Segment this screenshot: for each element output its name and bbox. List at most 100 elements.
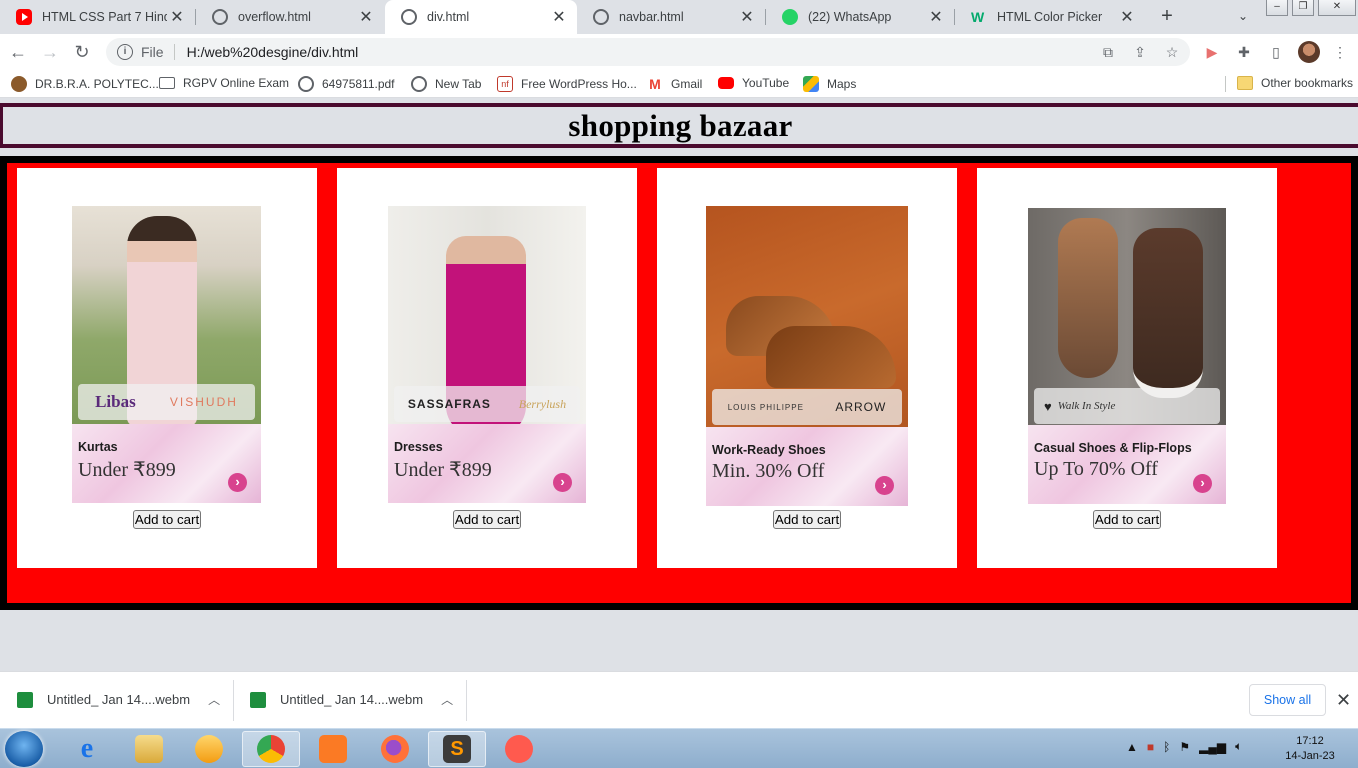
- taskbar-chrome[interactable]: [242, 731, 300, 767]
- brand-strip: ♥ Walk In Style: [1034, 388, 1220, 424]
- chevron-right-icon[interactable]: ›: [228, 473, 247, 492]
- globe-icon: [298, 76, 314, 92]
- close-tab-icon[interactable]: ✕: [167, 7, 187, 27]
- bookmark-gmail[interactable]: M Gmail: [647, 76, 702, 92]
- screencast-extension-icon[interactable]: ▶: [1202, 42, 1222, 62]
- chevron-right-icon[interactable]: ›: [875, 476, 894, 495]
- system-tray: ▲ ■ ᛒ ⚑ ▂▄▆ 🔈︎: [1126, 739, 1242, 754]
- url-text[interactable]: H:/web%20desgine/div.html: [187, 44, 359, 60]
- show-hidden-icons-icon[interactable]: ▲: [1126, 740, 1138, 754]
- restore-button[interactable]: ❐: [1292, 0, 1314, 16]
- bookmark-pdf[interactable]: 64975811.pdf: [298, 76, 395, 92]
- add-to-cart-button[interactable]: Add to cart: [453, 510, 521, 529]
- taskbar-sublime[interactable]: S: [428, 731, 486, 767]
- product-image[interactable]: Libas VISHUDH Kurtas Under ₹899 ›: [72, 206, 261, 503]
- bookmark-maps[interactable]: Maps: [803, 76, 856, 92]
- tab-div[interactable]: div.html ✕: [385, 0, 577, 34]
- product-card-work-shoes: LOUIS PHILIPPE ARROW Work-Ready Shoes Mi…: [657, 168, 957, 568]
- gmail-icon: M: [649, 76, 661, 92]
- product-image[interactable]: SASSAFRAS Berrylush Dresses Under ₹899 ›: [388, 206, 586, 503]
- show-all-button[interactable]: Show all: [1249, 684, 1326, 716]
- tab-html-color-picker[interactable]: W HTML Color Picker ✕: [955, 0, 1145, 34]
- add-to-cart-button[interactable]: Add to cart: [133, 510, 201, 529]
- wordpress-host-icon: nf: [497, 76, 513, 92]
- tab-overflow[interactable]: overflow.html ✕: [196, 0, 384, 34]
- browser-toolbar: ← → ↻ i File H:/web%20desgine/div.html ⧉…: [0, 34, 1358, 70]
- download-divider: [466, 680, 467, 721]
- system-clock[interactable]: 17:12 14-Jan-23: [1280, 734, 1340, 764]
- brand-strip: Libas VISHUDH: [78, 384, 255, 420]
- tab-html-css-part7[interactable]: HTML CSS Part 7 Hindi ✕: [0, 0, 195, 34]
- bookmark-drbra[interactable]: DR.B.R.A. POLYTEC...: [11, 76, 159, 92]
- address-bar[interactable]: i File H:/web%20desgine/div.html: [106, 38, 1190, 66]
- product-image[interactable]: ♥ Walk In Style Casual Shoes & Flip-Flop…: [1028, 208, 1226, 504]
- taskbar-firefox[interactable]: [366, 731, 424, 767]
- extensions-puzzle-icon[interactable]: ✚: [1234, 42, 1254, 62]
- download-item[interactable]: Untitled_ Jan 14....webm ︿: [17, 691, 220, 708]
- bluetooth-icon[interactable]: ᛒ: [1163, 740, 1170, 754]
- brand-left: SASSAFRAS: [407, 397, 491, 411]
- bookmark-label: RGPV Online Exam: [183, 76, 290, 90]
- product-card-casual-shoes: ♥ Walk In Style Casual Shoes & Flip-Flop…: [977, 168, 1277, 568]
- tab-title: overflow.html: [238, 10, 311, 24]
- taskbar-file-explorer[interactable]: [120, 731, 178, 767]
- w3schools-icon: W: [971, 9, 985, 25]
- product-category: Casual Shoes & Flip-Flops: [1034, 441, 1192, 455]
- taskbar-internet-explorer[interactable]: e: [58, 731, 116, 767]
- add-to-cart-button[interactable]: Add to cart: [773, 510, 841, 529]
- reload-button[interactable]: ↻: [70, 40, 94, 64]
- close-window-button[interactable]: ✕: [1318, 0, 1356, 16]
- bookmark-youtube[interactable]: YouTube: [718, 76, 789, 90]
- bookmarks-divider: [1225, 76, 1226, 92]
- other-bookmarks[interactable]: Other bookmarks: [1237, 76, 1353, 90]
- close-tab-icon[interactable]: ✕: [356, 7, 376, 27]
- taskbar-media-player[interactable]: [180, 731, 238, 767]
- translate-icon[interactable]: ⧉: [1098, 42, 1118, 62]
- taskbar-xampp[interactable]: [304, 731, 362, 767]
- site-info-icon[interactable]: i: [117, 44, 133, 60]
- products-container: Libas VISHUDH Kurtas Under ₹899 › Add to…: [0, 156, 1358, 610]
- tab-title: div.html: [427, 10, 470, 24]
- security-icon[interactable]: ■: [1147, 740, 1154, 754]
- new-tab-button[interactable]: +: [1155, 4, 1179, 28]
- side-panel-icon[interactable]: ▯: [1266, 42, 1286, 62]
- chevron-up-icon[interactable]: ︿: [441, 691, 453, 708]
- download-item[interactable]: Untitled_ Jan 14....webm ︿: [250, 691, 453, 708]
- bookmark-new-tab[interactable]: New Tab: [411, 76, 481, 92]
- tab-navbar[interactable]: navbar.html ✕: [577, 0, 765, 34]
- tab-search-chevron-icon[interactable]: ⌄: [1233, 6, 1253, 26]
- chevron-up-icon[interactable]: ︿: [208, 691, 220, 708]
- folder-icon: [135, 735, 163, 763]
- product-category: Work-Ready Shoes: [712, 443, 826, 457]
- network-signal-icon[interactable]: ▂▄▆: [1199, 740, 1226, 754]
- taskbar-screen-recorder[interactable]: [490, 731, 548, 767]
- minimize-button[interactable]: –: [1266, 0, 1288, 16]
- download-divider: [233, 680, 234, 721]
- share-icon[interactable]: ⇪: [1130, 42, 1150, 62]
- close-tab-icon[interactable]: ✕: [926, 7, 946, 27]
- globe-icon: [401, 9, 417, 25]
- tab-whatsapp[interactable]: (22) WhatsApp ✕: [766, 0, 954, 34]
- chevron-right-icon[interactable]: ›: [1193, 474, 1212, 493]
- close-tab-icon[interactable]: ✕: [737, 7, 757, 27]
- close-tab-icon[interactable]: ✕: [549, 7, 569, 27]
- bookmark-wordpress[interactable]: nf Free WordPress Ho...: [497, 76, 637, 92]
- close-icon[interactable]: ✕: [1336, 690, 1351, 711]
- add-to-cart-button[interactable]: Add to cart: [1093, 510, 1161, 529]
- bookmark-rgpv[interactable]: RGPV Online Exam: [159, 76, 289, 90]
- start-button[interactable]: [5, 731, 43, 767]
- product-image[interactable]: LOUIS PHILIPPE ARROW Work-Ready Shoes Mi…: [706, 206, 908, 506]
- close-tab-icon[interactable]: ✕: [1117, 7, 1137, 27]
- forward-button[interactable]: →: [38, 40, 62, 64]
- screen-recorder-icon: [505, 735, 533, 763]
- menu-kebab-icon[interactable]: ⋮: [1330, 42, 1350, 62]
- brand-right: Berrylush: [518, 396, 567, 411]
- profile-avatar[interactable]: [1298, 41, 1320, 63]
- chevron-right-icon[interactable]: ›: [553, 473, 572, 492]
- clock-time: 17:12: [1296, 735, 1324, 747]
- back-button[interactable]: ←: [6, 40, 30, 64]
- volume-icon[interactable]: 🔈︎: [1235, 739, 1242, 754]
- action-center-flag-icon[interactable]: ⚑: [1179, 740, 1190, 754]
- product-info: Kurtas Under ₹899 ›: [72, 424, 261, 503]
- bookmark-star-icon[interactable]: ☆: [1162, 42, 1182, 62]
